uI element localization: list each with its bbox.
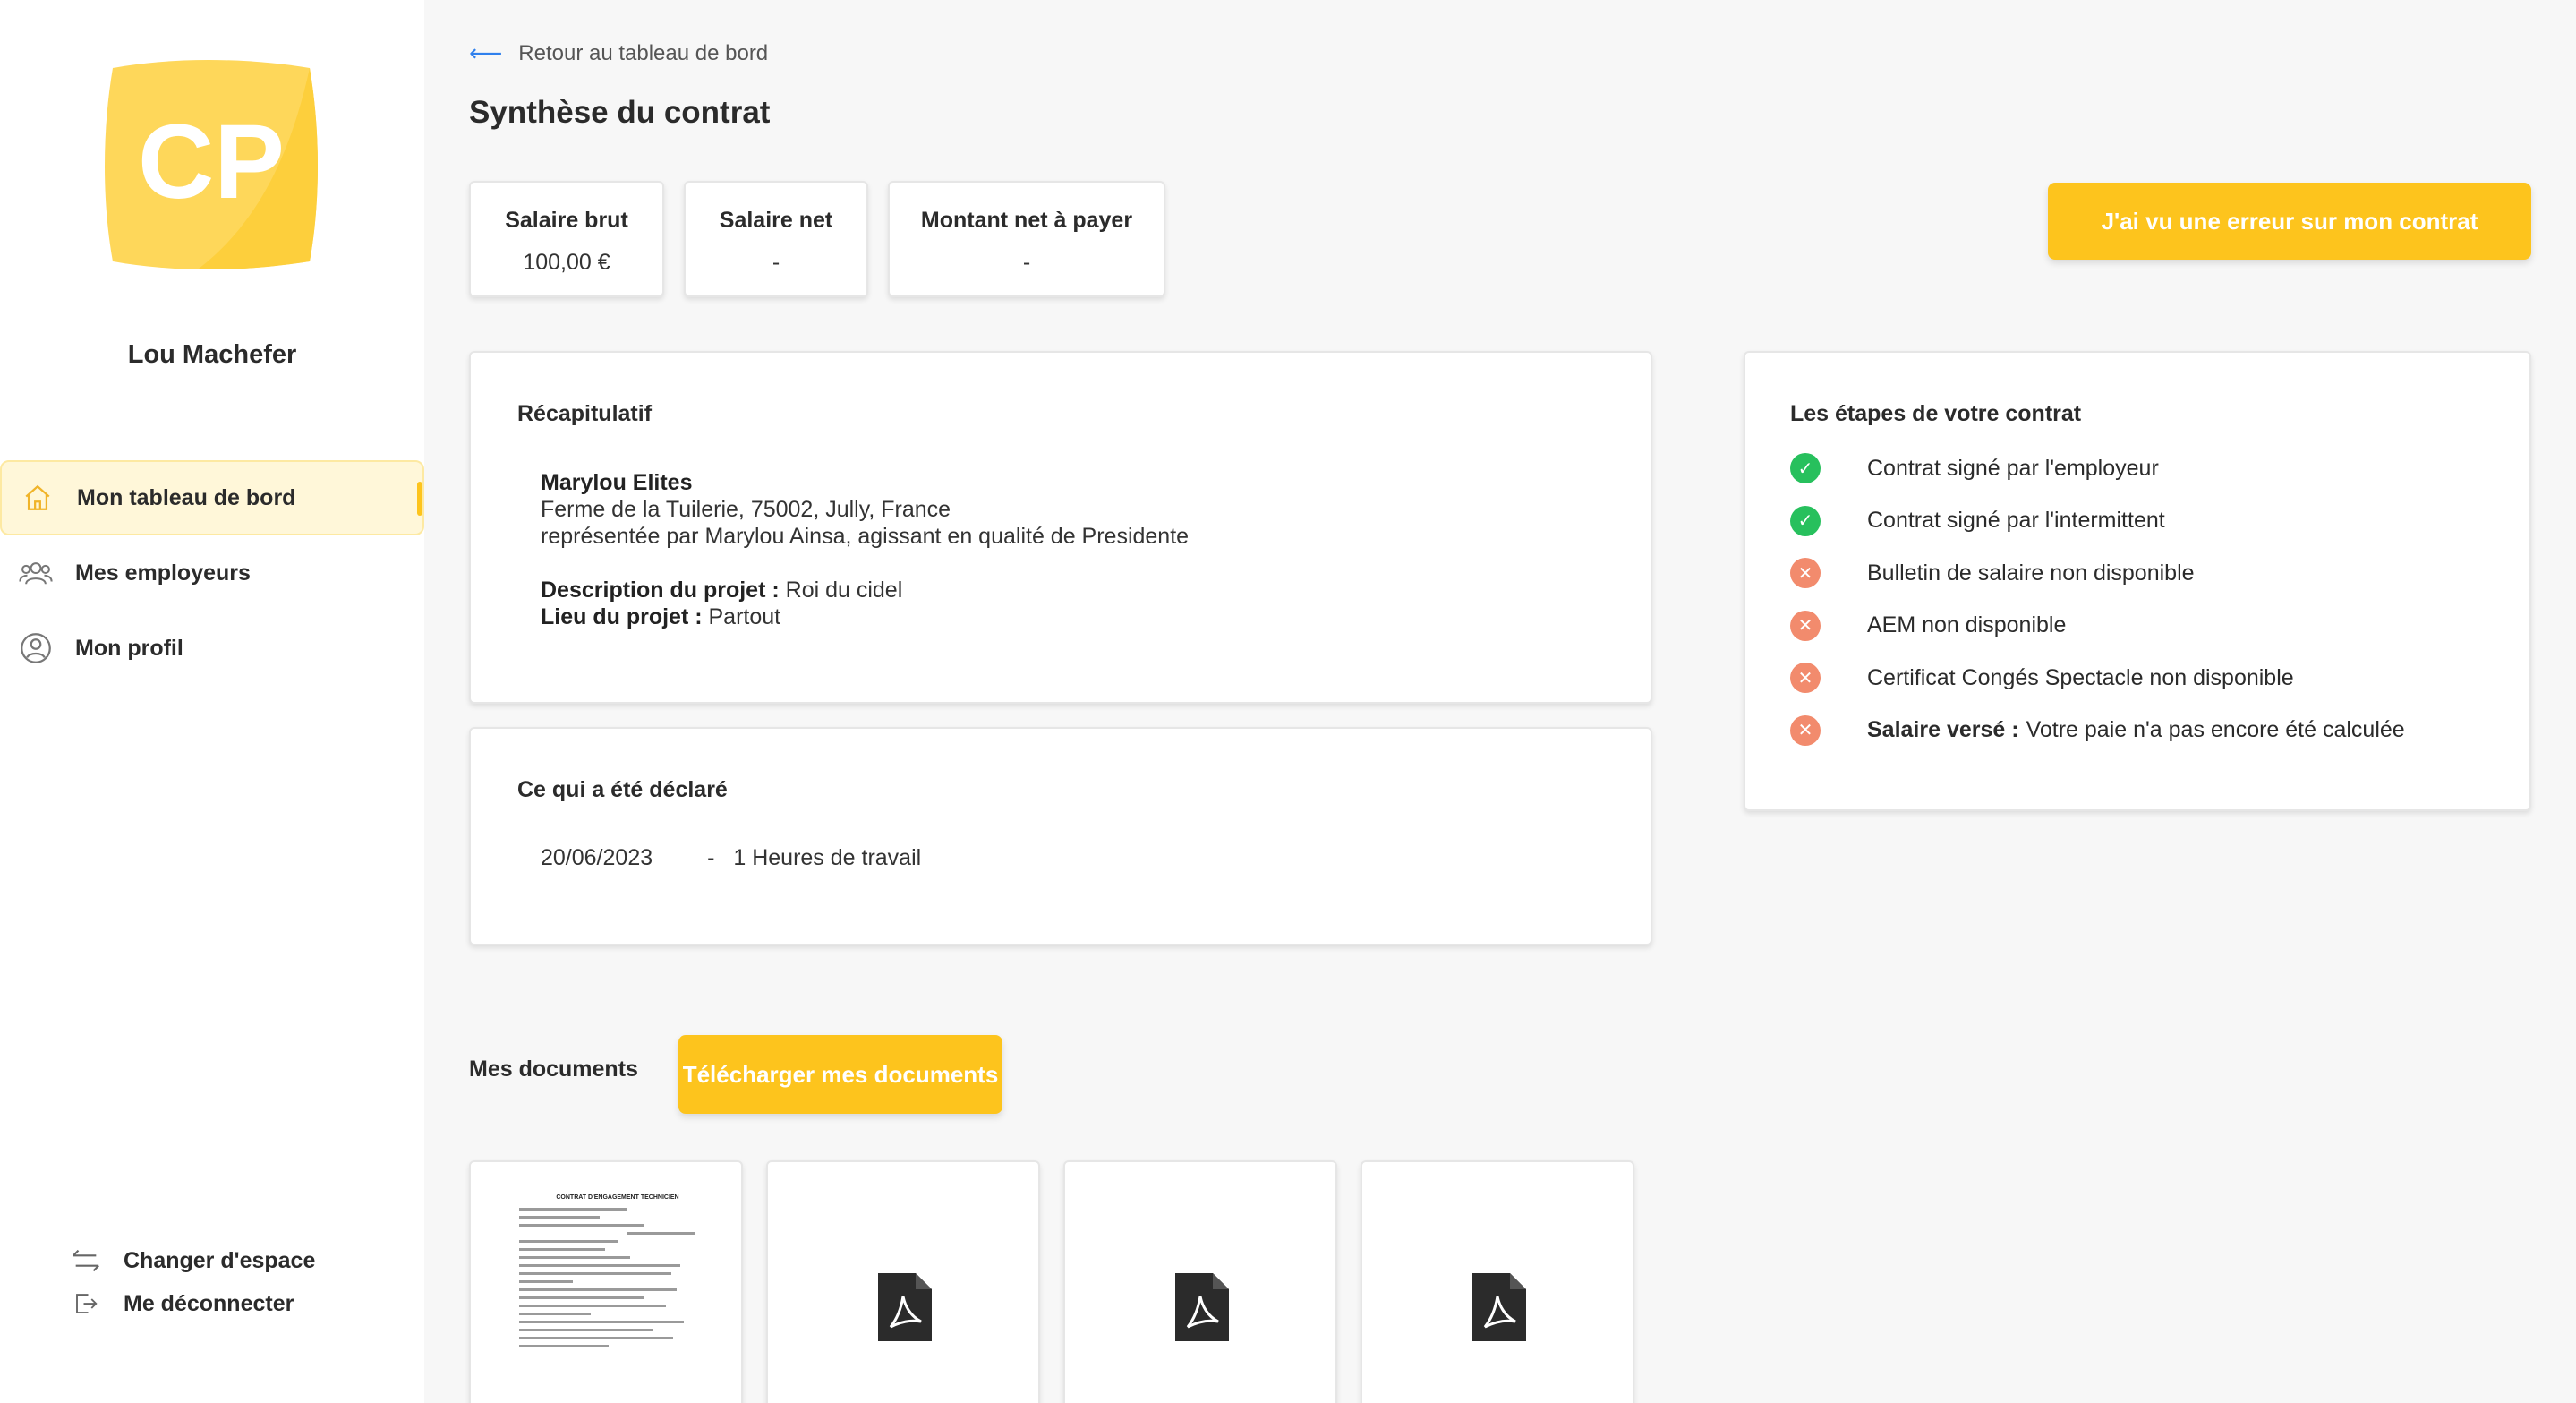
- step-label: Salaire versé :: [1867, 717, 2019, 743]
- report-error-button[interactable]: J'ai vu une erreur sur mon contrat: [2048, 183, 2531, 260]
- recap-title: Récapitulatif: [517, 401, 653, 426]
- project-value: Roi du cidel: [785, 577, 903, 603]
- home-icon: [20, 480, 55, 516]
- step-extra: Votre paie n'a pas encore été calculée: [2026, 717, 2405, 743]
- project-label: Description du projet :: [541, 577, 780, 603]
- arrow-left-icon: ⟵: [469, 39, 503, 66]
- user-circle-icon: [18, 630, 54, 666]
- sidebar-footer: Changer d'espace Me déconnecter: [70, 1239, 315, 1325]
- main-content: ⟵ Retour au tableau de bord Synthèse du …: [424, 0, 2576, 1403]
- nav-label-dashboard: Mon tableau de bord: [77, 484, 296, 510]
- logo-text: CP: [138, 103, 285, 221]
- stat-value: -: [772, 250, 780, 275]
- declared-row: 20/06/2023 - 1 Heures de travail: [541, 845, 921, 871]
- check-circle-icon: ✓: [1790, 505, 1821, 536]
- stat-label: Montant net à payer: [920, 208, 1133, 233]
- switch-space-link[interactable]: Changer d'espace: [70, 1239, 315, 1282]
- cross-circle-icon: ✕: [1790, 610, 1821, 641]
- step-item: ✕ AEM non disponible: [1790, 600, 2405, 653]
- step-item: ✓ Contrat signé par l'intermittent: [1790, 495, 2405, 548]
- logout-icon: [70, 1288, 102, 1320]
- user-name: Lou Machefer: [127, 340, 297, 369]
- nav-item-employers[interactable]: Mes employeurs: [0, 535, 424, 611]
- back-link[interactable]: ⟵ Retour au tableau de bord: [469, 39, 768, 67]
- page-title: Synthèse du contrat: [469, 95, 771, 130]
- pdf-icon: [1472, 1273, 1526, 1341]
- stat-label: Salaire brut: [505, 208, 628, 233]
- step-item: ✕ Salaire versé : Votre paie n'a pas enc…: [1790, 705, 2405, 757]
- document-thumbnail: CONTRAT D'ENGAGEMENT TECHNICIEN: [519, 1194, 698, 1353]
- declared-card: Ce qui a été déclaré 20/06/2023 - 1 Heur…: [469, 727, 1652, 945]
- place-value: Partout: [708, 604, 781, 629]
- switch-space-label: Changer d'espace: [124, 1247, 316, 1273]
- stat-net-salary: Salaire net -: [684, 181, 868, 297]
- check-circle-icon: ✓: [1790, 453, 1821, 484]
- cross-circle-icon: ✕: [1790, 663, 1821, 694]
- recap-body: Marylou Elites Ferme de la Tuilerie, 750…: [541, 469, 1189, 630]
- company-representative: représentée par Marylou Ainsa, agissant …: [541, 524, 1190, 549]
- back-label: Retour au tableau de bord: [518, 40, 769, 65]
- stat-gross-salary: Salaire brut 100,00 €: [469, 181, 664, 297]
- switch-arrows-icon: [70, 1245, 102, 1277]
- step-item: ✕ Bulletin de salaire non disponible: [1790, 547, 2405, 600]
- documents-label: Mes documents: [469, 1057, 638, 1082]
- steps-title: Les étapes de votre contrat: [1790, 401, 2082, 426]
- nav-label-profile: Mon profil: [75, 635, 183, 661]
- recap-card: Récapitulatif Marylou Elites Ferme de la…: [469, 351, 1652, 704]
- nav-label-employers: Mes employeurs: [75, 560, 251, 586]
- document-card-contract[interactable]: CONTRAT D'ENGAGEMENT TECHNICIEN: [469, 1160, 743, 1403]
- steps-list: ✓ Contrat signé par l'employeur ✓ Contra…: [1790, 442, 2405, 757]
- step-label: AEM non disponible: [1867, 612, 2067, 638]
- sidebar: CP Lou Machefer Mon tableau de bord Mes …: [0, 0, 424, 1403]
- users-icon: [18, 555, 54, 591]
- declared-separator: -: [707, 845, 715, 870]
- document-card-pdf[interactable]: [766, 1160, 1040, 1403]
- declared-detail: 1 Heures de travail: [733, 845, 922, 870]
- logout-link[interactable]: Me déconnecter: [70, 1282, 315, 1325]
- cross-circle-icon: ✕: [1790, 714, 1821, 746]
- company-address: Ferme de la Tuilerie, 75002, Jully, Fran…: [541, 497, 951, 522]
- stat-value: 100,00 €: [523, 250, 610, 275]
- cross-circle-icon: ✕: [1790, 558, 1821, 589]
- steps-card: Les étapes de votre contrat ✓ Contrat si…: [1744, 351, 2531, 811]
- place-label: Lieu du projet :: [541, 604, 703, 629]
- declared-title: Ce qui a été déclaré: [517, 777, 728, 802]
- company-name: Marylou Elites: [541, 470, 693, 495]
- thumbnail-title: CONTRAT D'ENGAGEMENT TECHNICIEN: [556, 1194, 679, 1201]
- step-label: Contrat signé par l'intermittent: [1867, 508, 2165, 534]
- pdf-icon: [1175, 1273, 1229, 1341]
- declared-date: 20/06/2023: [541, 845, 653, 870]
- step-item: ✕ Certificat Congés Spectacle non dispon…: [1790, 652, 2405, 705]
- nav-item-profile[interactable]: Mon profil: [0, 611, 424, 686]
- document-card-pdf[interactable]: [1361, 1160, 1634, 1403]
- step-label: Certificat Congés Spectacle non disponib…: [1867, 664, 2294, 690]
- logout-label: Me déconnecter: [124, 1290, 294, 1316]
- app-logo[interactable]: CP: [100, 59, 322, 270]
- document-card-pdf[interactable]: [1063, 1160, 1337, 1403]
- step-label: Contrat signé par l'employeur: [1867, 455, 2159, 481]
- stat-value: -: [1022, 250, 1031, 275]
- step-label: Bulletin de salaire non disponible: [1867, 560, 2195, 586]
- step-item: ✓ Contrat signé par l'employeur: [1790, 442, 2405, 495]
- stat-net-payable: Montant net à payer -: [888, 181, 1165, 297]
- pdf-icon: [878, 1273, 932, 1341]
- stat-label: Salaire net: [719, 208, 833, 233]
- download-documents-button[interactable]: Télécharger mes documents: [678, 1035, 1002, 1114]
- nav-item-dashboard[interactable]: Mon tableau de bord: [0, 460, 424, 535]
- main-nav: Mon tableau de bord Mes employeurs Mon p…: [0, 460, 424, 686]
